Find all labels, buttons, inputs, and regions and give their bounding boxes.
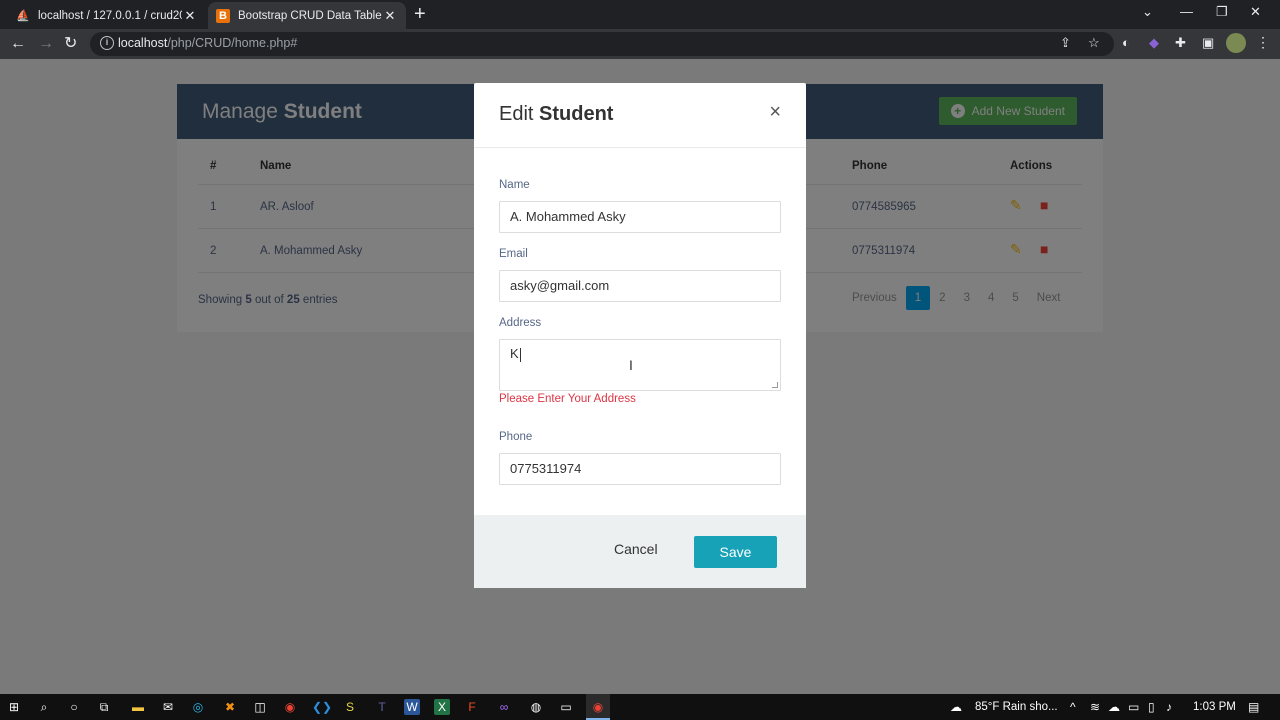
clock[interactable]: 1:03 PM: [1193, 701, 1236, 713]
terminal-icon[interactable]: ▭: [558, 699, 574, 715]
address-label: Address: [499, 317, 542, 329]
store-icon[interactable]: ◫: [252, 699, 268, 715]
modal-footer: Cancel Save: [474, 515, 806, 588]
reload-icon[interactable]: ↻: [64, 34, 77, 54]
browser-toolbar: ← → ↻ i localhost/php/CRUD/home.php# ⇪ ☆…: [0, 29, 1280, 59]
restore-icon[interactable]: ❐: [1216, 4, 1228, 20]
browser-tab-crud[interactable]: B Bootstrap CRUD Data Table for D ✕: [208, 2, 406, 29]
excel-icon[interactable]: X: [434, 699, 450, 715]
extension-icon[interactable]: ◐: [1122, 35, 1130, 50]
weather-cloud-icon[interactable]: ☁: [950, 700, 962, 714]
resize-handle-icon[interactable]: [772, 382, 778, 388]
word-icon[interactable]: W: [404, 699, 420, 715]
bookmark-star-icon[interactable]: ☆: [1088, 35, 1100, 51]
address-error-message: Please Enter Your Address: [499, 393, 636, 405]
close-icon[interactable]: ✕: [182, 8, 198, 24]
forward-arrow-icon[interactable]: →: [38, 34, 54, 54]
share-icon[interactable]: ⇪: [1060, 35, 1071, 51]
save-button[interactable]: Save: [694, 536, 777, 568]
minimize-icon[interactable]: —: [1180, 4, 1193, 19]
url-text: localhost/php/CRUD/home.php#: [118, 36, 298, 50]
chrome-icon[interactable]: ◉: [282, 699, 298, 715]
email-field[interactable]: asky@gmail.com: [499, 270, 781, 302]
tab-search-icon[interactable]: ⌄: [1142, 4, 1153, 20]
name-field[interactable]: A. Mohammed Asky: [499, 201, 781, 233]
weather-text[interactable]: 85°F Rain sho...: [975, 701, 1058, 713]
window-close-icon[interactable]: ✕: [1250, 4, 1261, 20]
text-caret: [519, 347, 521, 362]
battery-icon[interactable]: ▭: [1128, 700, 1139, 714]
email-label: Email: [499, 248, 528, 260]
back-arrow-icon[interactable]: ←: [10, 34, 26, 54]
close-icon[interactable]: ✕: [382, 8, 398, 24]
vscode-icon[interactable]: ❮❯: [312, 699, 332, 715]
mail-icon[interactable]: ✉: [160, 699, 176, 715]
volume-icon[interactable]: ♪: [1166, 700, 1172, 714]
chrome-icon[interactable]: ◉: [590, 699, 606, 715]
cancel-button[interactable]: Cancel: [614, 541, 658, 557]
task-view-icon[interactable]: ⧉: [96, 699, 112, 715]
kebab-menu-icon[interactable]: ⋮: [1256, 34, 1270, 51]
avatar[interactable]: [1226, 33, 1246, 53]
new-tab-button[interactable]: +: [414, 4, 426, 24]
network-icon[interactable]: ▯: [1148, 700, 1155, 714]
teams-icon[interactable]: T: [374, 699, 390, 715]
app-icon[interactable]: ◍: [528, 699, 544, 715]
address-value: K: [510, 346, 519, 361]
phpmyadmin-icon: ⛵: [16, 10, 30, 22]
address-textarea[interactable]: K: [499, 339, 781, 391]
chevron-up-icon[interactable]: ^: [1070, 700, 1076, 714]
extension-icon[interactable]: ◆: [1149, 35, 1159, 51]
puzzle-icon[interactable]: ✚: [1175, 35, 1186, 51]
sublime-icon[interactable]: S: [342, 699, 358, 715]
cortana-icon[interactable]: ○: [66, 699, 82, 715]
xampp-icon[interactable]: ✖: [222, 699, 238, 715]
info-icon[interactable]: i: [100, 36, 114, 50]
bootstrap-icon: B: [216, 8, 230, 23]
side-panel-icon[interactable]: ▣: [1202, 35, 1214, 51]
address-bar[interactable]: i localhost/php/CRUD/home.php# ⇪ ☆: [90, 32, 1114, 56]
name-label: Name: [499, 179, 530, 191]
file-explorer-icon[interactable]: ▬: [130, 699, 146, 715]
tab-title: localhost / 127.0.0.1 / crud2022 /: [38, 9, 182, 22]
search-icon[interactable]: ⌕: [36, 699, 52, 715]
browser-tab-bar: ⛵ localhost / 127.0.0.1 / crud2022 / ✕ B…: [0, 0, 1280, 29]
figma-icon[interactable]: F: [464, 699, 480, 715]
notification-icon[interactable]: ▤: [1248, 700, 1259, 714]
wifi-icon[interactable]: ≋: [1090, 700, 1100, 714]
modal-header: Edit Student ×: [474, 83, 806, 148]
tab-title: Bootstrap CRUD Data Table for D: [238, 9, 382, 22]
edge-icon[interactable]: ◎: [190, 699, 206, 715]
phone-field[interactable]: 0775311974: [499, 453, 781, 485]
visual-studio-icon[interactable]: ∞: [496, 699, 512, 715]
browser-tab-phpmyadmin[interactable]: ⛵ localhost / 127.0.0.1 / crud2022 / ✕: [8, 2, 206, 29]
modal-title: Edit Student: [499, 103, 614, 125]
phone-label: Phone: [499, 431, 533, 443]
onedrive-icon[interactable]: ☁: [1108, 700, 1120, 714]
page-viewport: Manage Student + Add New Student # Name …: [0, 59, 1280, 694]
windows-start-icon[interactable]: ⊞: [6, 699, 22, 715]
edit-student-modal: Edit Student × Name A. Mohammed Asky Ema…: [474, 83, 806, 588]
ibeam-cursor-icon: I: [629, 357, 633, 373]
close-icon[interactable]: ×: [769, 101, 781, 124]
windows-taskbar: ⊞ ⌕ ○ ⧉ ▬ ✉ ◎ ✖ ◫ ◉ ❮❯ S T W X F ∞ ◍ ▭ ◉…: [0, 694, 1280, 720]
